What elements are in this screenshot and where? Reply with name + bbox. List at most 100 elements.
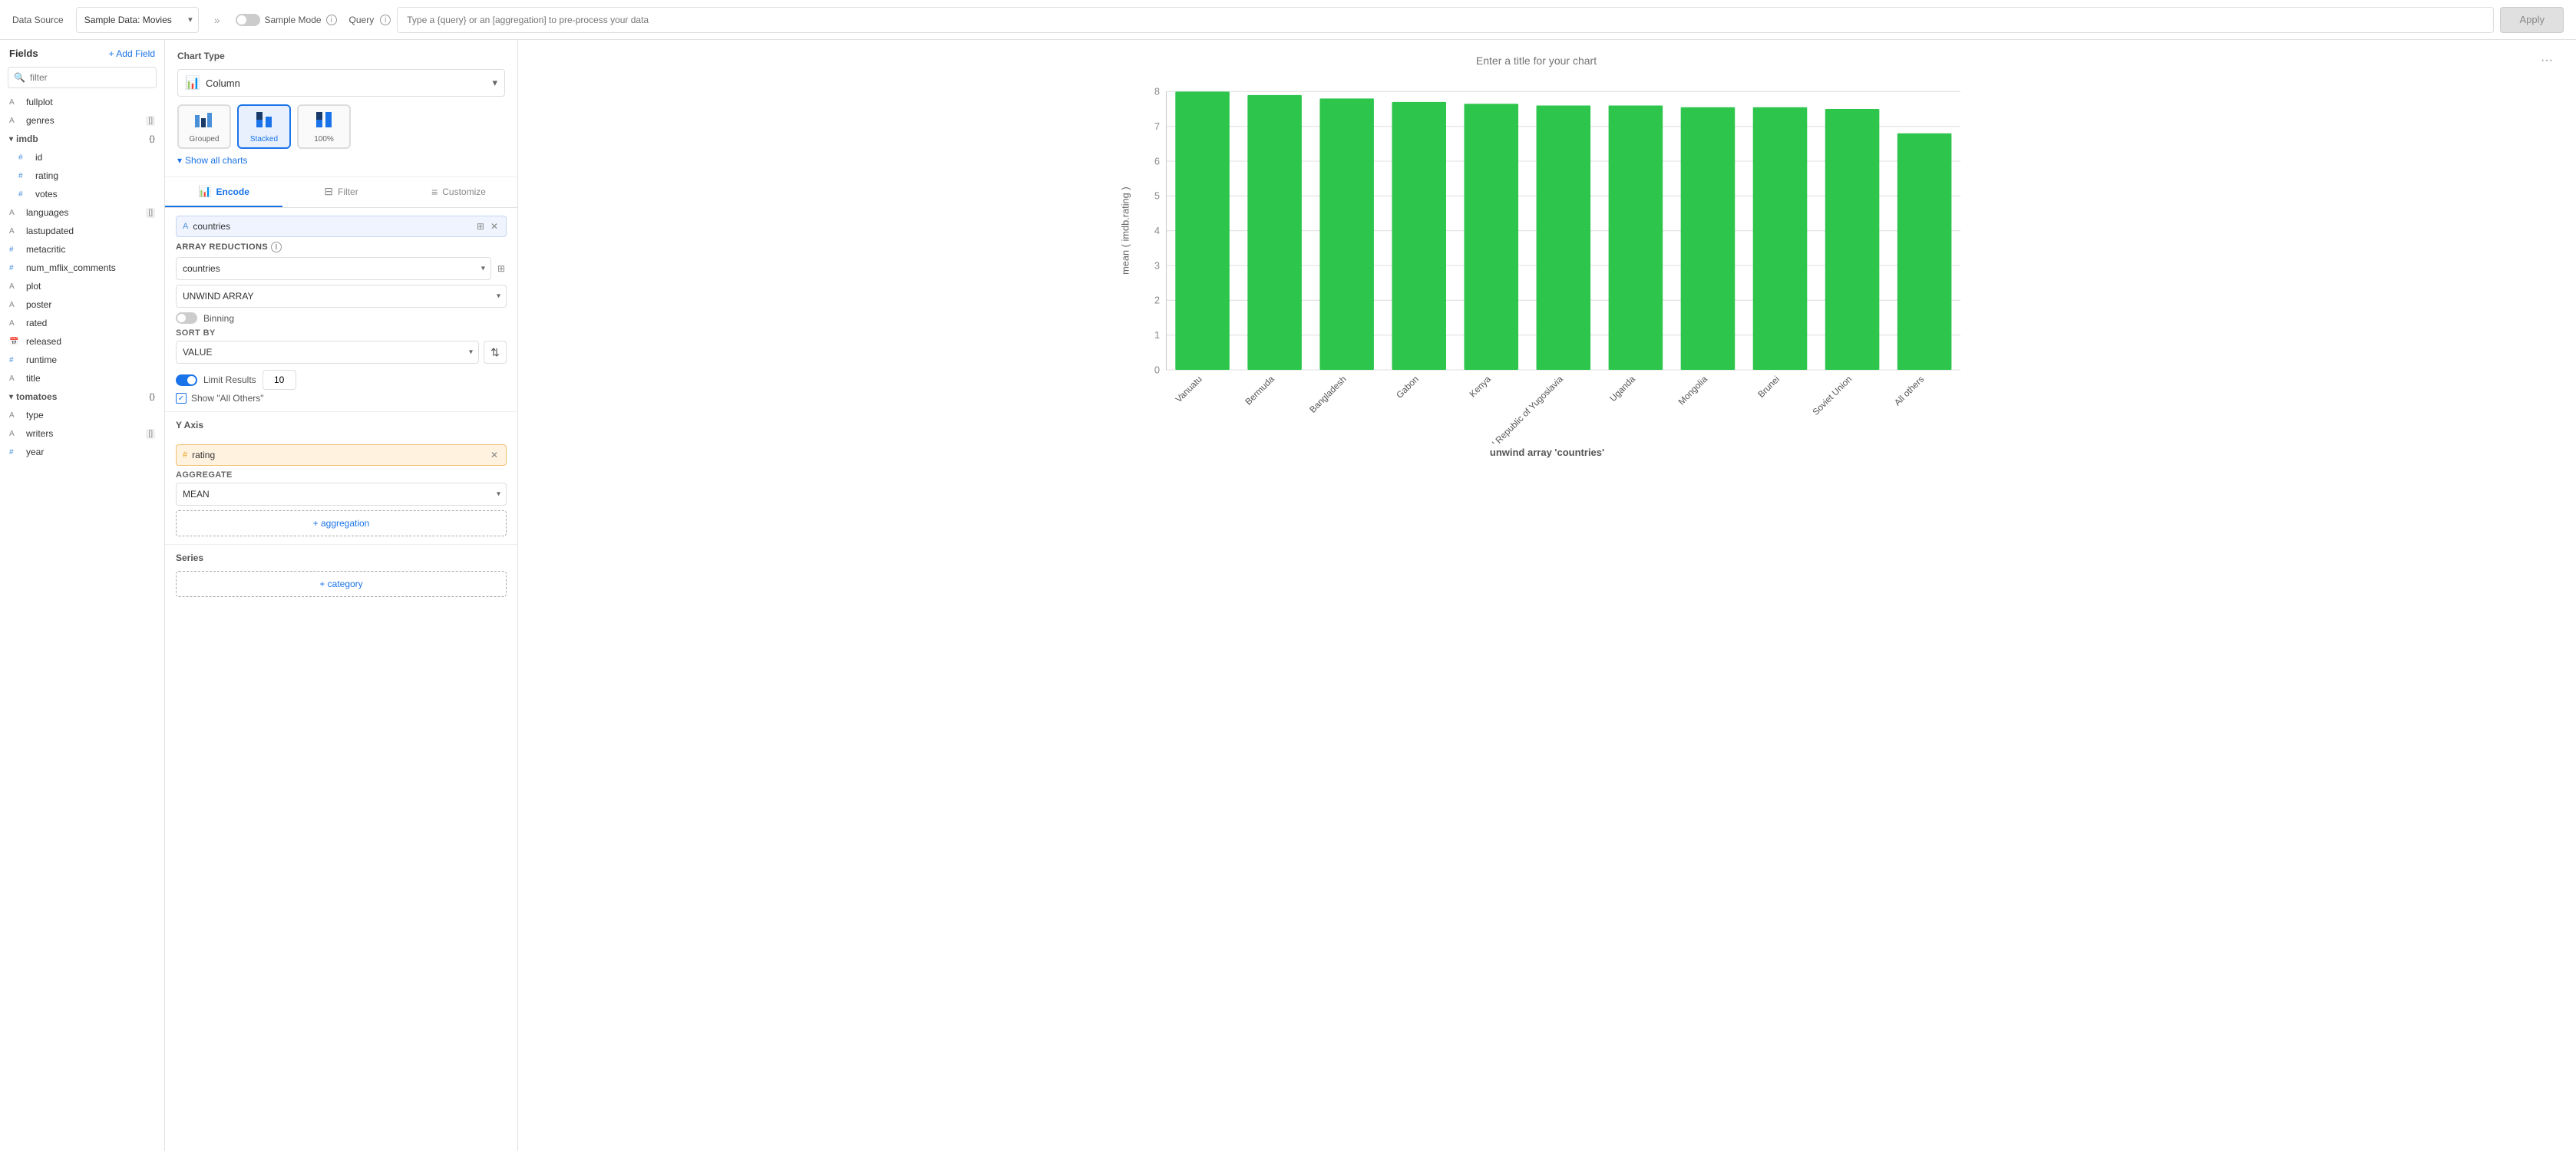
field-item-plot[interactable]: A plot bbox=[0, 277, 164, 295]
field-type-icon: A bbox=[9, 411, 21, 420]
show-others-checkbox[interactable]: ✓ bbox=[176, 393, 187, 404]
variant-icon bbox=[253, 110, 275, 132]
sample-mode-knob bbox=[237, 15, 246, 25]
field-item-poster[interactable]: A poster bbox=[0, 295, 164, 314]
add-category-btn[interactable]: + category bbox=[176, 571, 507, 597]
chart-variant-stacked[interactable]: Stacked bbox=[237, 104, 291, 149]
field-name: id bbox=[35, 152, 155, 163]
field-name: title bbox=[26, 373, 155, 384]
field-item-languages[interactable]: A languages [] bbox=[0, 203, 164, 222]
field-item-fullplot[interactable]: A fullplot bbox=[0, 93, 164, 111]
sort-direction-btn[interactable]: ⇅ bbox=[484, 341, 507, 364]
arrow-separator: » bbox=[214, 14, 220, 26]
field-type-icon: A bbox=[9, 430, 21, 438]
svg-text:Mongolia: Mongolia bbox=[1676, 374, 1709, 407]
chart-container: 012345678VanuatuBermudaBangladeshGabonKe… bbox=[537, 75, 2558, 1139]
array-reductions-info-icon[interactable]: i bbox=[271, 242, 282, 252]
chart-title-input[interactable] bbox=[537, 54, 2536, 67]
chart-type-select[interactable]: Column bbox=[177, 69, 505, 97]
tab-filter[interactable]: ⊟Filter bbox=[282, 177, 400, 207]
field-item-votes[interactable]: # votes bbox=[0, 185, 164, 203]
field-item-type[interactable]: A type bbox=[0, 406, 164, 424]
field-group-imdb[interactable]: ▾ imdb {} bbox=[0, 130, 164, 148]
variant-label: 100% bbox=[314, 135, 334, 143]
aggregate-select[interactable]: MEAN bbox=[176, 483, 507, 506]
apply-button[interactable]: Apply bbox=[2500, 7, 2564, 33]
field-name: poster bbox=[26, 299, 155, 310]
svg-text:8: 8 bbox=[1154, 86, 1160, 97]
field-item-num_mflix_comments[interactable]: # num_mflix_comments bbox=[0, 259, 164, 277]
sample-mode-toggle[interactable] bbox=[236, 14, 260, 26]
tab-customize[interactable]: ≡Customize bbox=[400, 177, 517, 207]
variant-label: Stacked bbox=[250, 135, 278, 143]
field-type-icon: # bbox=[9, 264, 21, 272]
svg-text:mean ( imdb.rating ): mean ( imdb.rating ) bbox=[1119, 186, 1131, 275]
field-item-lastupdated[interactable]: A lastupdated bbox=[0, 222, 164, 240]
field-type-icon: # bbox=[18, 172, 31, 180]
svg-text:Kenya: Kenya bbox=[1468, 374, 1493, 399]
query-info-icon[interactable]: i bbox=[380, 15, 391, 25]
y-axis-label: Y Axis bbox=[176, 420, 203, 430]
variant-icon bbox=[193, 110, 215, 132]
x-axis-section: A countries ⊞ ✕ ARRAY REDUCTIONS i count… bbox=[165, 208, 517, 412]
sort-select[interactable]: VALUE bbox=[176, 341, 479, 364]
field-item-runtime[interactable]: # runtime bbox=[0, 351, 164, 369]
field-name: plot bbox=[26, 281, 155, 292]
tab-encode[interactable]: 📊Encode bbox=[165, 177, 282, 207]
field-name: writers bbox=[26, 428, 141, 439]
field-item-rating[interactable]: # rating bbox=[0, 167, 164, 185]
show-others-label: Show "All Others" bbox=[191, 393, 264, 404]
field-group-tomatoes[interactable]: ▾ tomatoes {} bbox=[0, 388, 164, 406]
binning-toggle[interactable] bbox=[176, 312, 197, 324]
field-name: type bbox=[26, 410, 155, 420]
limit-toggle[interactable] bbox=[176, 374, 197, 386]
x-field-grid-btn[interactable]: ⊞ bbox=[475, 219, 486, 233]
svg-text:5: 5 bbox=[1154, 190, 1160, 202]
limit-input[interactable] bbox=[263, 370, 296, 390]
chart-variant-grouped[interactable]: Grouped bbox=[177, 104, 231, 149]
array-field-select[interactable]: countries bbox=[176, 257, 491, 280]
datasource-select[interactable]: Sample Data: Movies bbox=[76, 7, 199, 33]
field-item-title[interactable]: A title bbox=[0, 369, 164, 388]
field-item-genres[interactable]: A genres [] bbox=[0, 111, 164, 130]
field-item-released[interactable]: 📅 released bbox=[0, 332, 164, 351]
array-field-edit-btn[interactable]: ⊞ bbox=[496, 262, 507, 275]
show-others-row: ✓ Show "All Others" bbox=[176, 393, 507, 404]
x-axis-label: unwind array 'countries' bbox=[537, 447, 2558, 458]
chart-type-row: 📊 Column bbox=[177, 69, 505, 97]
y-field-remove-btn[interactable]: ✕ bbox=[489, 448, 500, 462]
x-field-remove-btn[interactable]: ✕ bbox=[489, 219, 500, 233]
field-item-writers[interactable]: A writers [] bbox=[0, 424, 164, 443]
field-item-metacritic[interactable]: # metacritic bbox=[0, 240, 164, 259]
field-item-year[interactable]: # year bbox=[0, 443, 164, 461]
show-all-charts-btn[interactable]: ▾ Show all charts bbox=[177, 155, 505, 166]
group-name: tomatoes bbox=[16, 391, 57, 402]
field-item-id[interactable]: # id bbox=[0, 148, 164, 167]
chart-variant-100pct[interactable]: 100% bbox=[297, 104, 351, 149]
chart-more-btn[interactable]: ··· bbox=[2536, 52, 2558, 69]
fields-header: Fields + Add Field bbox=[0, 40, 164, 64]
array-reduction-select[interactable]: UNWIND ARRAY bbox=[176, 285, 507, 308]
series-label: Series bbox=[176, 552, 507, 563]
limit-label: Limit Results bbox=[203, 374, 256, 385]
main-layout: Fields + Add Field 🔍 A fullplot A genres… bbox=[0, 40, 2576, 1151]
field-type-icon: 📅 bbox=[9, 338, 21, 346]
filter-input[interactable] bbox=[8, 67, 157, 88]
add-aggregation-btn[interactable]: + aggregation bbox=[176, 510, 507, 536]
svg-text:3: 3 bbox=[1154, 259, 1160, 271]
add-field-button[interactable]: + Add Field bbox=[109, 48, 155, 59]
sample-mode-group: Sample Mode i bbox=[236, 14, 337, 26]
encode-tabs: 📊Encode⊟Filter≡Customize bbox=[165, 177, 517, 208]
sample-mode-info-icon[interactable]: i bbox=[326, 15, 337, 25]
limit-toggle-knob bbox=[187, 376, 196, 384]
x-field-type-icon: A bbox=[183, 222, 188, 231]
y-field-name: rating bbox=[192, 450, 484, 460]
field-type-icon: # bbox=[18, 153, 31, 162]
x-field-actions: ⊞ ✕ bbox=[475, 219, 500, 233]
svg-text:Bangladesh: Bangladesh bbox=[1308, 374, 1349, 415]
svg-text:All others: All others bbox=[1893, 374, 1927, 408]
query-input[interactable] bbox=[397, 7, 2494, 33]
tab-label: Filter bbox=[338, 186, 358, 197]
field-item-rated[interactable]: A rated bbox=[0, 314, 164, 332]
array-reductions-header: ARRAY REDUCTIONS i bbox=[176, 242, 507, 252]
